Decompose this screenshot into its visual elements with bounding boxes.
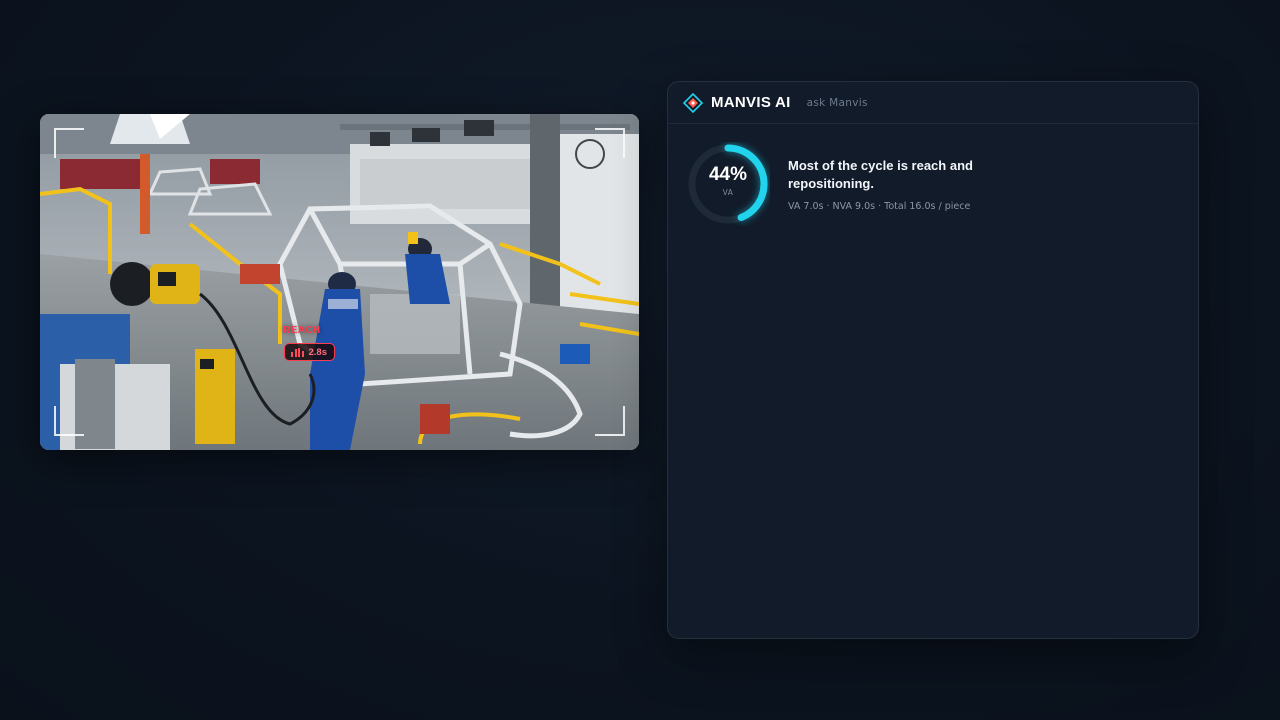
summary-headline: Most of the cycle is reach and repositio… — [788, 158, 973, 191]
detection-tag-duration: 2.8s — [308, 346, 328, 358]
factory-scene-image — [40, 114, 639, 450]
manvis-logo-icon — [683, 92, 703, 113]
bar-chart-icon — [291, 347, 304, 357]
va-gauge: 44% VA — [686, 142, 770, 226]
summary-text: Most of the cycle is reach and repositio… — [788, 157, 1048, 212]
summary-metrics: VA 7.0s · NVA 9.0s · Total 16.0s / piece — [788, 201, 971, 212]
brand-name: MANVIS AI — [711, 94, 791, 111]
ask-manvis-link[interactable]: ask Manvis — [807, 97, 868, 109]
va-percentage: 44% — [708, 164, 748, 185]
assistant-panel: MANVIS AI ask Manvis 44% VA Most of the … — [667, 81, 1199, 639]
frame-corner-top-left — [54, 128, 84, 158]
detection-tag-label: REACH — [283, 325, 321, 336]
frame-corner-bottom-left — [54, 406, 84, 436]
cycle-summary: 44% VA Most of the cycle is reach and re… — [686, 142, 1048, 226]
frame-corner-bottom-right — [595, 406, 625, 436]
video-feed[interactable]: REACH 2.8s — [40, 114, 639, 450]
detection-tag-badge[interactable]: 2.8s — [284, 343, 335, 361]
va-label: VA — [722, 188, 734, 197]
assistant-header: MANVIS AI ask Manvis — [668, 82, 1198, 124]
frame-corner-top-right — [595, 128, 625, 158]
